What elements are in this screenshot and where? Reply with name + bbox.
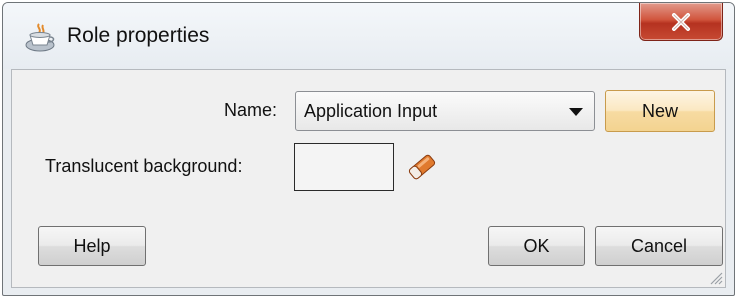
eraser-icon[interactable]: [405, 152, 439, 182]
cancel-button-label: Cancel: [630, 236, 688, 256]
help-button[interactable]: Help: [38, 226, 146, 266]
ok-button-label: OK: [523, 236, 550, 256]
resize-grip-icon[interactable]: [707, 269, 723, 285]
close-icon: [672, 12, 690, 31]
chevron-down-icon: [569, 108, 583, 116]
coffee-cup-icon: [25, 23, 55, 52]
ok-button[interactable]: OK: [488, 226, 585, 266]
new-button-label: New: [641, 101, 678, 121]
dialog-content: Name: Application Input New Translucent …: [11, 69, 726, 288]
close-button[interactable]: [639, 3, 723, 41]
role-properties-dialog: Role properties Name: Application Input …: [2, 2, 735, 296]
cancel-button[interactable]: Cancel: [595, 226, 723, 266]
title-bar[interactable]: Role properties: [3, 3, 734, 69]
dialog-title: Role properties: [67, 24, 210, 47]
name-combobox-value: Application Input: [304, 101, 438, 121]
translucent-background-swatch[interactable]: [294, 143, 394, 191]
help-button-label: Help: [73, 236, 111, 256]
new-button[interactable]: New: [605, 90, 715, 132]
name-label: Name:: [224, 100, 278, 120]
translucent-background-label: Translucent background:: [45, 156, 243, 176]
name-combobox[interactable]: Application Input: [295, 91, 595, 131]
